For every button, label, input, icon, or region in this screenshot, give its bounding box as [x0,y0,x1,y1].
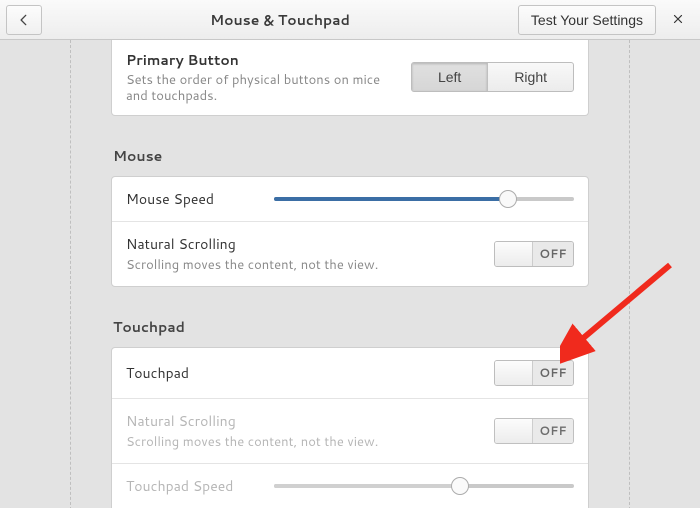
touchpad-enable-title: Touchpad [126,363,478,383]
touchpad-speed-label: Touchpad Speed [126,476,258,496]
mouse-listbox: Mouse Speed Natural Scrolling Scrolling … [111,176,589,287]
mouse-speed-row: Mouse Speed [112,177,588,221]
close-icon [672,13,684,25]
primary-button-desc: Sets the order of physical buttons on mi… [126,72,395,105]
back-button[interactable] [6,5,42,35]
content-area: Primary Button Sets the order of physica… [0,40,700,508]
touchpad-toggle[interactable]: OFF [494,360,574,386]
headerbar: Mouse & Touchpad Test Your Settings [0,0,700,40]
switch-state-label: OFF [533,419,573,443]
switch-state-label: OFF [533,361,573,385]
primary-button-card: Primary Button Sets the order of physica… [111,40,589,116]
switch-state-label: OFF [533,242,573,266]
touchpad-section-label: Touchpad [113,317,589,337]
close-button[interactable] [662,9,694,30]
touchpad-enable-row: Touchpad OFF [112,348,588,398]
mouse-natural-scrolling-toggle[interactable]: OFF [494,241,574,267]
mouse-natural-scrolling-title: Natural Scrolling [126,234,478,254]
touchpad-speed-row: Touchpad Speed [112,463,588,508]
touchpad-natural-scrolling-row: Natural Scrolling Scrolling moves the co… [112,398,588,463]
arrow-left-icon [17,13,31,27]
primary-button-selector: Left Right [411,62,574,92]
mouse-speed-label: Mouse Speed [126,189,258,209]
primary-left-option[interactable]: Left [412,63,487,91]
touchpad-natural-scrolling-title: Natural Scrolling [126,411,478,431]
mouse-section-label: Mouse [113,146,589,166]
mouse-natural-scrolling-row: Natural Scrolling Scrolling moves the co… [112,221,588,286]
page-title: Mouse & Touchpad [48,10,512,30]
touchpad-listbox: Touchpad OFF Natural Scrolling Scrolling… [111,347,589,508]
mouse-speed-slider[interactable] [274,189,574,209]
touchpad-natural-scrolling-toggle[interactable]: OFF [494,418,574,444]
primary-button-title: Primary Button [126,50,395,70]
touchpad-natural-scrolling-desc: Scrolling moves the content, not the vie… [126,433,478,451]
mouse-natural-scrolling-desc: Scrolling moves the content, not the vie… [126,256,478,274]
primary-right-option[interactable]: Right [487,63,573,91]
test-settings-button[interactable]: Test Your Settings [518,5,656,35]
touchpad-speed-slider[interactable] [274,476,574,496]
